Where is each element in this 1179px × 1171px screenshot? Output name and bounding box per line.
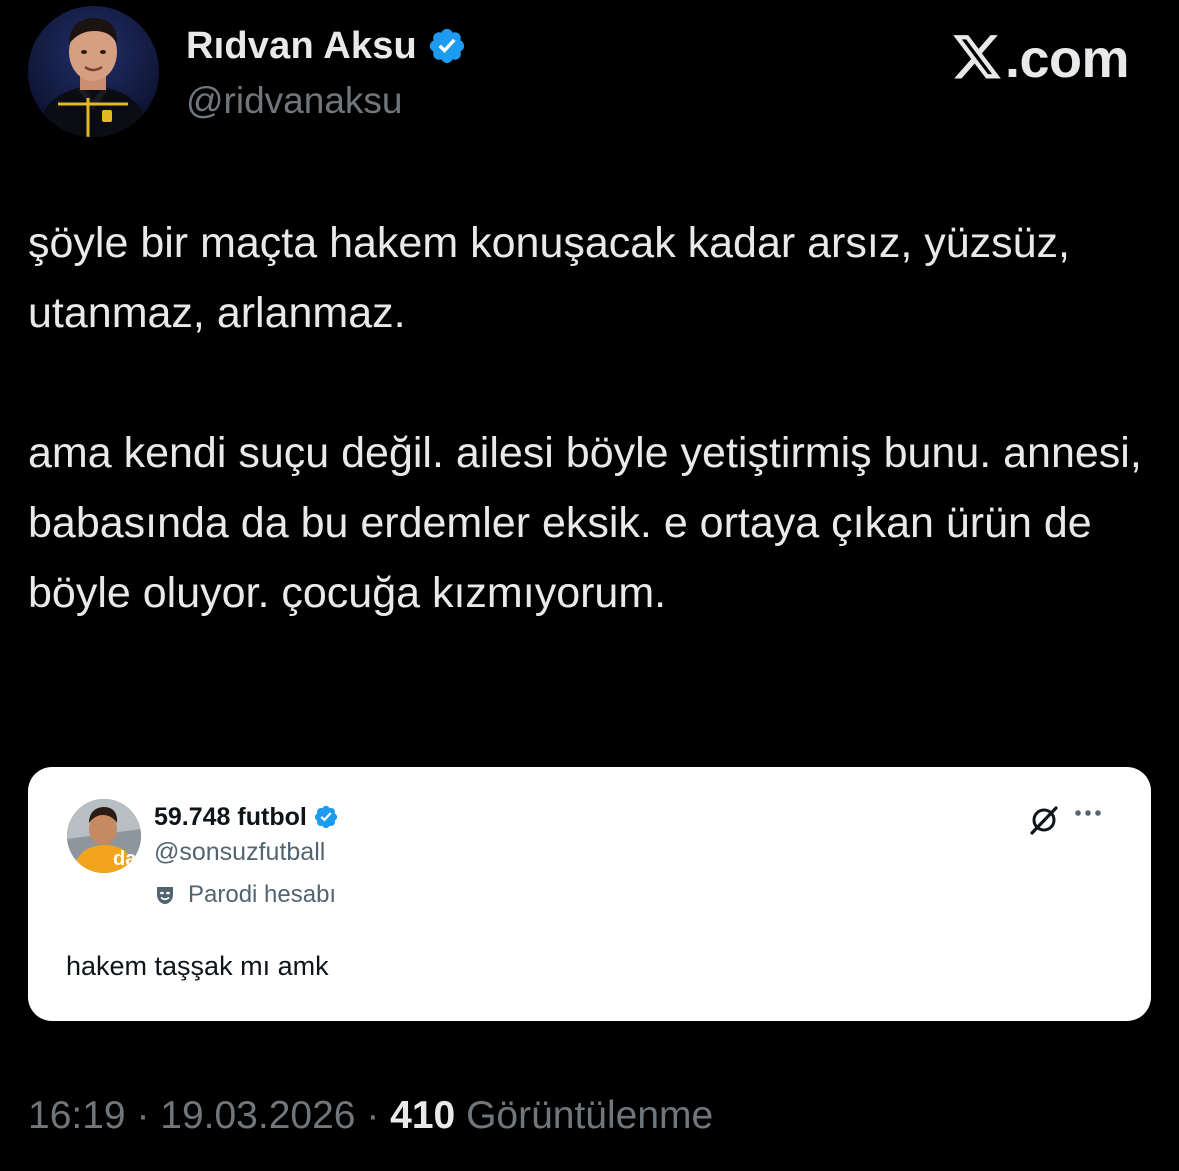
meta-separator: ·	[355, 1094, 391, 1137]
tweet-text: şöyle bir maçta hakem konuşacak kadar ar…	[28, 208, 1148, 628]
tweet-meta: 16:19 · 19.03.2026 · 410 Görüntülenme	[28, 1094, 713, 1138]
tweet-header: Rıdvan Aksu @ridvanaksu .com	[28, 6, 1151, 141]
verified-badge-icon	[427, 26, 467, 66]
brand-label: .com	[1004, 29, 1130, 89]
author-names: Rıdvan Aksu @ridvanaksu	[186, 22, 467, 122]
grok-icon[interactable]	[1027, 803, 1061, 837]
author-avatar[interactable]	[28, 6, 159, 137]
parody-label-row: Parodi hesabı	[154, 881, 339, 909]
author-handle[interactable]: @ridvanaksu	[186, 80, 467, 122]
meta-separator: ·	[125, 1094, 161, 1137]
x-logo-icon	[953, 35, 1001, 79]
tweet-time[interactable]: 16:19	[28, 1094, 126, 1137]
parody-label: Parodi hesabı	[188, 881, 337, 908]
views-label: Görüntülenme	[466, 1094, 714, 1137]
avatar-jersey-marking: da	[113, 848, 137, 870]
tweet-paragraph: şöyle bir maçta hakem konuşacak kadar ar…	[28, 219, 1070, 337]
quoted-name-row: 59.748 futbol	[154, 800, 339, 834]
tweet-date[interactable]: 19.03.2026	[160, 1094, 355, 1137]
views-count: 410	[390, 1094, 456, 1137]
author-display-name[interactable]: Rıdvan Aksu	[186, 25, 417, 68]
verified-badge-icon	[313, 804, 339, 830]
parody-mask-icon	[154, 884, 176, 906]
quoted-tweet-card[interactable]: da 59.748 futbol @sonsuzfutball Parodi h…	[28, 767, 1151, 1021]
more-options-icon[interactable]	[1073, 803, 1103, 823]
quoted-tweet-text: hakem taşşak mı amk	[66, 951, 329, 981]
quoted-author-names: 59.748 futbol @sonsuzfutball Parodi hesa…	[154, 800, 339, 909]
quoted-display-name[interactable]: 59.748 futbol	[154, 803, 307, 832]
quoted-author-avatar[interactable]: da	[67, 799, 141, 873]
display-name-row: Rıdvan Aksu	[186, 22, 467, 70]
brand-mark: .com	[951, 28, 1130, 90]
tweet-paragraph: ama kendi suçu değil. ailesi böyle yetiş…	[28, 429, 1142, 617]
quoted-handle[interactable]: @sonsuzfutball	[154, 838, 339, 867]
